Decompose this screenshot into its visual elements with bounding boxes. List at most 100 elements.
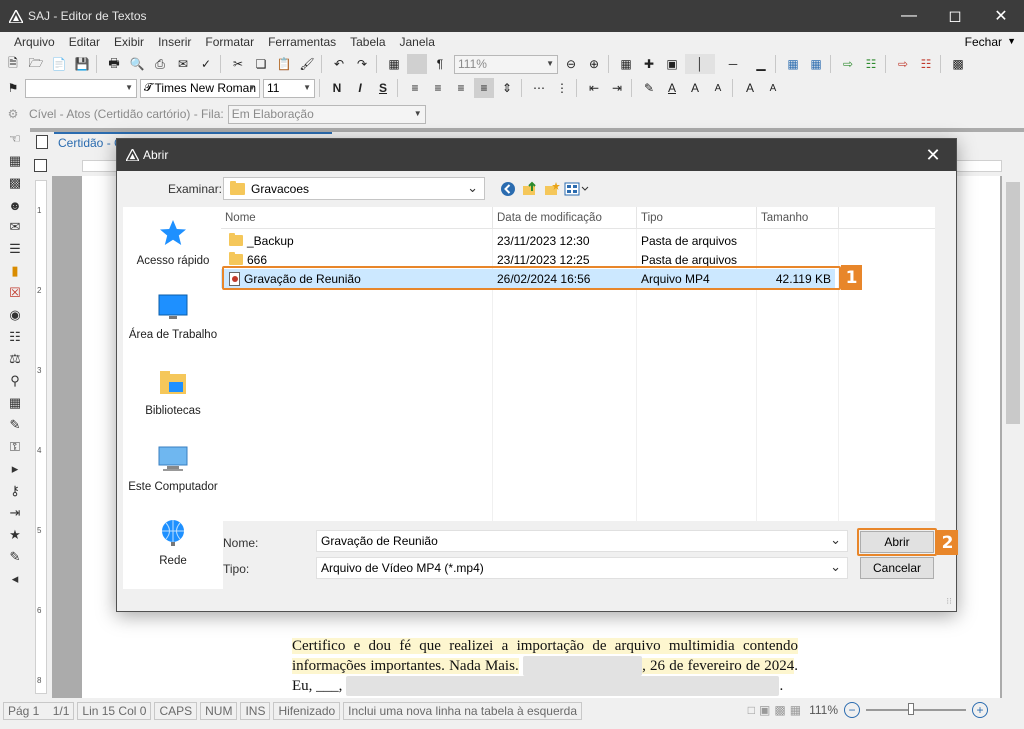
border-bottom-icon[interactable]: ▁ <box>751 54 771 74</box>
justify-icon[interactable]: ≡ <box>474 78 494 98</box>
cancel-button[interactable]: Cancelar <box>860 557 934 579</box>
highlight-icon[interactable]: ✎ <box>639 78 659 98</box>
email-icon[interactable]: ✉ <box>173 54 193 74</box>
mask-tool-icon[interactable]: ☻ <box>0 194 30 216</box>
table-delete-col-icon[interactable]: ☷ <box>916 54 936 74</box>
export-tool-icon[interactable]: ⇥ <box>0 502 30 524</box>
menu-formatar[interactable]: Formatar <box>205 35 254 49</box>
vertical-ruler[interactable]: 1 2 3 4 5 6 8 <box>30 176 52 698</box>
place-this-pc[interactable]: Este Computador <box>123 443 223 493</box>
column-name[interactable]: Nome <box>221 207 493 229</box>
justice-tool-icon[interactable]: ⚖ <box>0 348 30 370</box>
seal-tool-icon[interactable]: ◉ <box>0 304 30 326</box>
bullet-list-icon[interactable]: ⋯ <box>529 78 549 98</box>
print-icon[interactable]: 🖶 <box>104 54 124 74</box>
minimize-icon[interactable]: — <box>886 0 932 32</box>
zoom-in-icon[interactable]: ⊕ <box>584 54 604 74</box>
open-folder-icon[interactable]: 🗁 <box>26 54 46 74</box>
new-document-icon[interactable]: 🗎 <box>3 54 23 74</box>
table-icon[interactable]: ▦ <box>384 54 404 74</box>
share-tool-icon[interactable]: ★ <box>0 524 30 546</box>
table-split-icon[interactable]: ▦ <box>806 54 826 74</box>
grid-icon[interactable]: ▦ <box>616 54 636 74</box>
chevron-down-icon[interactable]: ⌄ <box>830 559 841 575</box>
table-insert-icon[interactable]: ▦ <box>783 54 803 74</box>
bold-button[interactable]: N <box>327 78 347 98</box>
close-icon[interactable]: ✕ <box>910 139 956 171</box>
table-style-icon[interactable]: ▩ <box>948 54 968 74</box>
file-row[interactable]: _Backup 23/11/2023 12:30 Pasta de arquiv… <box>221 231 935 250</box>
look-in-combo[interactable]: Gravacoes ⌄ <box>223 177 485 200</box>
strike-button[interactable]: S <box>373 78 393 98</box>
filename-input[interactable]: Gravação de Reunião ⌄ <box>316 530 848 552</box>
column-type[interactable]: Tipo <box>637 207 757 229</box>
place-desktop[interactable]: Área de Trabalho <box>123 291 223 341</box>
chevron-down-icon[interactable]: ⌄ <box>467 180 478 196</box>
close-icon[interactable]: ✕ <box>978 0 1024 32</box>
font-size-combo[interactable]: 11 ▼ <box>263 78 315 98</box>
workflow-status-combo[interactable]: Em Elaboração ▼ <box>227 104 426 124</box>
cut-icon[interactable]: ✂ <box>228 54 248 74</box>
back-icon[interactable] <box>497 179 519 199</box>
zoom-out-icon[interactable]: ⊖ <box>561 54 581 74</box>
chevron-down-icon[interactable]: ▼ <box>1007 36 1016 46</box>
spellcheck-icon[interactable]: ✓ <box>196 54 216 74</box>
list-tool-icon[interactable]: ☰ <box>0 238 30 260</box>
calendar-tool-icon[interactable]: ▦ <box>0 392 30 414</box>
new-folder-icon[interactable] <box>541 179 563 199</box>
align-left-icon[interactable]: ≡ <box>405 78 425 98</box>
view-menu-icon[interactable] <box>563 179 591 199</box>
table-link-icon[interactable]: ⇨ <box>838 54 858 74</box>
insert-frame-icon[interactable] <box>407 54 427 74</box>
vertical-scrollbar[interactable] <box>1002 176 1024 698</box>
italic-button[interactable]: I <box>350 78 370 98</box>
zoom-in-button[interactable]: + <box>972 702 988 718</box>
table-delete-row-icon[interactable]: ⇨ <box>893 54 913 74</box>
key-tool-icon[interactable]: ⚷ <box>0 480 30 502</box>
place-network[interactable]: Rede <box>123 517 223 567</box>
table-tree-icon[interactable]: ☷ <box>861 54 881 74</box>
style-icon[interactable]: ⚑ <box>3 78 23 98</box>
lock-tool-icon[interactable]: ⚿ <box>0 436 30 458</box>
zoom-out-button[interactable]: − <box>844 702 860 718</box>
attach-tool-icon[interactable]: ▮ <box>0 260 30 282</box>
menu-inserir[interactable]: Inserir <box>158 35 191 49</box>
font-grow-icon[interactable]: A <box>685 78 705 98</box>
filetype-select[interactable]: Arquivo de Vídeo MP4 (*.mp4) ⌄ <box>316 557 848 579</box>
border-left-icon[interactable]: │ <box>685 54 715 74</box>
view-page-icon[interactable]: □ <box>748 703 755 717</box>
crosshair-icon[interactable]: ✚ <box>639 54 659 74</box>
open-template-icon[interactable]: 📄 <box>49 54 69 74</box>
view-two-pages-icon[interactable]: ▦ <box>790 703 801 717</box>
column-date[interactable]: Data de modificação <box>493 207 637 229</box>
numbered-list-icon[interactable]: ⋮ <box>552 78 572 98</box>
view-image-icon[interactable]: ▩ <box>774 703 785 717</box>
text-color-icon[interactable]: A <box>662 78 682 98</box>
place-quick-access[interactable]: Acesso rápido <box>123 217 223 267</box>
menu-tabela[interactable]: Tabela <box>350 35 385 49</box>
resize-grip-icon[interactable]: ⁝⁝ <box>946 596 952 607</box>
menu-ferramentas[interactable]: Ferramentas <box>268 35 336 49</box>
maximize-icon[interactable]: ◻ <box>932 0 978 32</box>
collapse-tool-icon[interactable]: ◂ <box>0 568 30 590</box>
place-libraries[interactable]: Bibliotecas <box>123 367 223 417</box>
fields-tool-icon[interactable]: ▩ <box>0 172 30 194</box>
remove-tool-icon[interactable]: ☒ <box>0 282 30 304</box>
font-shrink-icon[interactable]: A <box>708 78 728 98</box>
sign-tool-icon[interactable]: ✎ <box>0 414 30 436</box>
search-doc-tool-icon[interactable]: ⚲ <box>0 370 30 392</box>
undo-icon[interactable]: ↶ <box>329 54 349 74</box>
zoom-combo[interactable]: 111% ▼ <box>454 54 558 74</box>
save-icon[interactable]: 💾 <box>72 54 92 74</box>
outdent-icon[interactable]: ⇤ <box>584 78 604 98</box>
zoom-slider[interactable] <box>866 703 966 715</box>
scrollbar-thumb[interactable] <box>1006 182 1020 424</box>
box-icon[interactable]: ▣ <box>662 54 682 74</box>
redo-icon[interactable]: ↷ <box>352 54 372 74</box>
menu-editar[interactable]: Editar <box>69 35 100 49</box>
chevron-down-icon[interactable]: ⌄ <box>830 532 841 548</box>
document-text[interactable]: Certifico e dou fé que realizei a import… <box>292 636 798 696</box>
print-setup-icon[interactable]: ⎙ <box>150 54 170 74</box>
align-center-icon[interactable]: ≡ <box>428 78 448 98</box>
book-tool-icon[interactable]: ☷ <box>0 326 30 348</box>
